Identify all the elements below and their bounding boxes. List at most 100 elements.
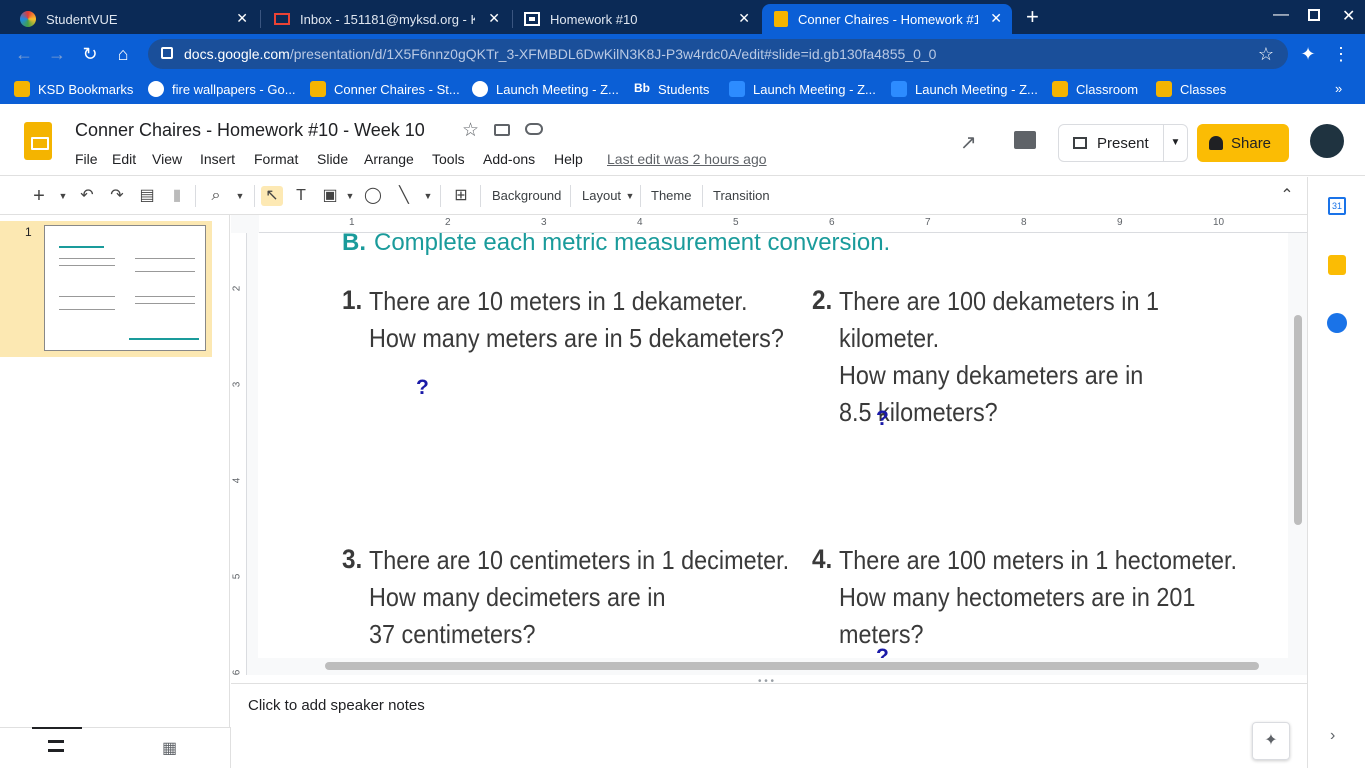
new-slide-dropdown-icon[interactable]: ▼ [52, 186, 74, 206]
bookmark-item[interactable]: KSD Bookmarks [14, 81, 133, 97]
reload-icon[interactable]: ↻ [78, 42, 102, 66]
bookmark-item[interactable]: Launch Meeting - Z... [729, 81, 876, 97]
comments-icon[interactable] [1014, 131, 1036, 149]
question-2-text[interactable]: There are 100 dekameters in 1 kilometer.… [839, 283, 1243, 431]
ruler-mark: 10 [1213, 217, 1225, 228]
bookmark-item[interactable]: fire wallpapers - Go... [148, 81, 296, 97]
horizontal-scrollbar[interactable] [325, 662, 1259, 670]
question-1-answer[interactable]: ? [416, 376, 429, 400]
undo-icon[interactable]: ↶ [76, 186, 98, 206]
calendar-icon[interactable]: 31 [1328, 197, 1346, 215]
cloud-status-icon[interactable] [525, 123, 543, 135]
question-1-text[interactable]: There are 10 meters in 1 dekameter. How … [369, 283, 784, 357]
redo-icon[interactable]: ↷ [106, 186, 128, 206]
move-folder-icon[interactable] [494, 124, 510, 136]
minimize-window-icon[interactable]: — [1273, 6, 1289, 24]
slide-heading[interactable]: B. Complete each metric measurement conve… [342, 233, 890, 257]
menu-help[interactable]: Help [554, 151, 583, 167]
restore-window-icon[interactable] [1308, 9, 1320, 21]
url-field[interactable]: docs.google.com/presentation/d/1X5F6nnz0… [148, 39, 1288, 69]
menu-arrange[interactable]: Arrange [364, 151, 414, 167]
add-comment-icon[interactable]: ⊞ [450, 186, 472, 206]
filmstrip-view-icon[interactable] [48, 740, 64, 752]
bookmark-item[interactable]: Launch Meeting - Z... [891, 81, 1038, 97]
back-icon[interactable]: ← [12, 42, 36, 66]
image-dropdown-icon[interactable]: ▼ [339, 186, 361, 206]
activity-trend-icon[interactable]: ↗ [960, 130, 977, 155]
theme-button[interactable]: Theme [651, 188, 691, 203]
bookmark-overflow-button[interactable]: » [1335, 81, 1342, 96]
menu-view[interactable]: View [152, 151, 182, 167]
tab-slides-active[interactable]: Conner Chaires - Homework #10 ✕ [762, 4, 1012, 34]
forward-icon[interactable]: → [45, 42, 69, 66]
present-dropdown-icon[interactable]: ▼ [1163, 125, 1187, 161]
menu-slide[interactable]: Slide [317, 151, 348, 167]
background-button[interactable]: Background [492, 188, 561, 203]
home-icon[interactable]: ⌂ [111, 42, 135, 66]
menu-edit[interactable]: Edit [112, 151, 136, 167]
share-button[interactable]: Share [1197, 124, 1289, 162]
menu-tools[interactable]: Tools [432, 151, 465, 167]
speaker-notes[interactable]: • • • Click to add speaker notes ✦ [231, 676, 1307, 768]
paint-format-icon[interactable]: ▮ [166, 186, 188, 206]
transition-button[interactable]: Transition [713, 188, 770, 203]
browser-menu-icon[interactable]: ⋮ [1329, 42, 1353, 66]
question-4-text[interactable]: There are 100 meters in 1 hectometer. Ho… [839, 542, 1243, 653]
bookmark-item[interactable]: Classroom [1052, 81, 1138, 97]
zoom-icon[interactable]: ⌕ [205, 186, 227, 206]
layout-dropdown-icon[interactable]: ▼ [619, 186, 641, 206]
expand-panel-icon[interactable]: › [1330, 727, 1335, 745]
extensions-icon[interactable]: ✦ [1296, 42, 1320, 66]
bookmark-item[interactable]: Launch Meeting - Z... [472, 81, 619, 97]
vertical-scrollbar[interactable] [1294, 315, 1302, 525]
slide-thumbnail-selected[interactable]: 1 [0, 221, 212, 357]
line-dropdown-icon[interactable]: ▼ [417, 186, 439, 206]
print-icon[interactable]: ▤ [136, 186, 158, 206]
tab-homework[interactable]: Homework #10 ✕ [512, 4, 760, 34]
close-window-icon[interactable]: ✕ [1342, 6, 1355, 26]
new-slide-icon[interactable]: + [28, 186, 50, 206]
tab-gmail[interactable]: Inbox - 151181@myksd.org - Kyr ✕ [262, 4, 510, 34]
question-4-answer[interactable]: ? [876, 645, 889, 658]
menu-format[interactable]: Format [254, 151, 298, 167]
close-tab-icon[interactable]: ✕ [990, 10, 1002, 27]
new-tab-icon[interactable]: + [1026, 4, 1039, 30]
bookmark-item[interactable]: Classes [1156, 81, 1226, 97]
select-cursor-icon[interactable]: ↖ [261, 186, 283, 206]
star-icon[interactable]: ☆ [462, 119, 479, 142]
close-tab-icon[interactable]: ✕ [738, 10, 750, 27]
text-box-icon[interactable]: T [290, 186, 312, 206]
keep-icon[interactable] [1328, 255, 1346, 275]
tab-studentvue[interactable]: StudentVUE ✕ [8, 4, 258, 34]
explore-icon[interactable]: ✦ [1252, 722, 1290, 760]
tasks-icon[interactable] [1327, 313, 1347, 333]
question-2-answer[interactable]: ? [876, 407, 889, 431]
menu-addons[interactable]: Add-ons [483, 151, 535, 167]
slide-thumbnail-preview[interactable] [44, 225, 206, 351]
bookmark-item[interactable]: Bb Students [634, 81, 709, 97]
grid-view-icon[interactable]: ▦ [162, 738, 177, 758]
speaker-notes-placeholder[interactable]: Click to add speaker notes [248, 697, 425, 714]
layout-button[interactable]: Layout [582, 188, 621, 203]
line-icon[interactable]: ╲ [393, 186, 415, 206]
shape-icon[interactable]: ◯ [362, 186, 384, 206]
bookmark-item[interactable]: Conner Chaires - St... [310, 81, 460, 97]
slide-canvas[interactable]: B. Complete each metric measurement conve… [258, 233, 1288, 658]
question-3-text[interactable]: There are 10 centimeters in 1 decimeter.… [369, 542, 789, 653]
present-button[interactable]: Present ▼ [1058, 124, 1188, 162]
close-tab-icon[interactable]: ✕ [488, 10, 500, 27]
ruler-mark: 2 [231, 285, 243, 292]
image-icon[interactable]: ▣ [319, 186, 341, 206]
menu-file[interactable]: File [75, 151, 98, 167]
zoom-dropdown-icon[interactable]: ▼ [229, 186, 251, 206]
slides-logo-icon[interactable] [24, 122, 52, 160]
document-title[interactable]: Conner Chaires - Homework #10 - Week 10 [75, 120, 425, 141]
close-tab-icon[interactable]: ✕ [236, 10, 248, 27]
tab-label: Inbox - 151181@myksd.org - Kyr [300, 11, 475, 27]
menu-insert[interactable]: Insert [200, 151, 235, 167]
last-edit-link[interactable]: Last edit was 2 hours ago [607, 151, 767, 167]
collapse-toolbar-icon[interactable]: ⌃ [1276, 186, 1298, 206]
user-avatar[interactable] [1310, 124, 1344, 158]
bookmark-star-icon[interactable]: ☆ [1258, 39, 1274, 69]
notes-resize-handle[interactable]: • • • [758, 676, 774, 687]
